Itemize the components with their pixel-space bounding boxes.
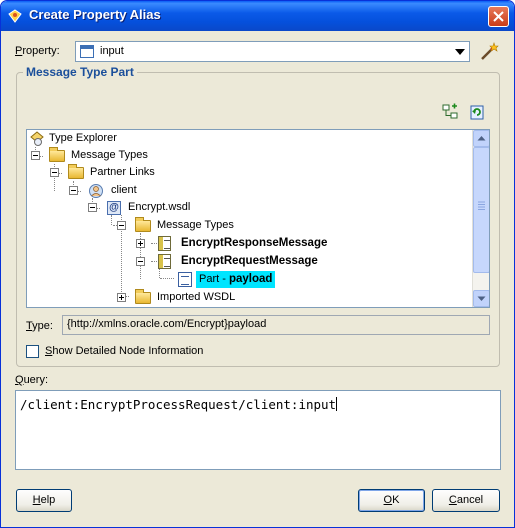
tree-vertical-scrollbar[interactable] bbox=[472, 130, 489, 307]
cancel-button[interactable]: Cancel bbox=[432, 489, 500, 512]
refresh-tree-icon[interactable] bbox=[468, 103, 486, 121]
collapse-icon[interactable] bbox=[136, 257, 145, 266]
tree-node-label: EncryptResponseMessage bbox=[181, 237, 328, 249]
selected-tree-node-label: Part - payload bbox=[196, 271, 276, 288]
query-text: /client:EncryptProcessRequest/client:inp… bbox=[20, 397, 337, 412]
tree-node-label: Message Types bbox=[71, 149, 148, 161]
show-detailed-node-info-label[interactable]: Show Detailed Node Information bbox=[45, 345, 203, 357]
close-button[interactable] bbox=[488, 6, 509, 27]
chevron-down-icon[interactable] bbox=[455, 49, 465, 55]
expand-tree-icon[interactable] bbox=[441, 103, 459, 121]
type-explorer-tree[interactable]: Type Explorer Message Types Partner Link… bbox=[26, 129, 490, 308]
ok-button[interactable]: OK bbox=[358, 489, 425, 512]
create-property-wand-icon[interactable] bbox=[478, 41, 500, 63]
part-icon bbox=[178, 272, 192, 287]
variable-icon bbox=[80, 45, 94, 58]
show-detailed-node-info-checkbox[interactable] bbox=[26, 345, 39, 358]
close-icon bbox=[493, 11, 504, 22]
scroll-thumb[interactable] bbox=[473, 147, 489, 273]
folder-icon bbox=[49, 147, 65, 162]
collapse-icon[interactable] bbox=[50, 168, 59, 177]
type-label: Type: bbox=[26, 320, 53, 332]
tree-node-label: client bbox=[111, 184, 137, 196]
title-bar[interactable]: Create Property Alias bbox=[1, 1, 514, 31]
tree-node-label: Encrypt.wsdl bbox=[128, 201, 191, 213]
folder-icon bbox=[135, 217, 151, 232]
folder-icon bbox=[68, 164, 84, 179]
tree-node-label: EncryptRequestMessage bbox=[181, 255, 318, 267]
expand-icon[interactable] bbox=[117, 293, 126, 302]
collapse-icon[interactable] bbox=[117, 221, 126, 230]
folder-icon bbox=[135, 289, 151, 304]
chevron-down-icon bbox=[477, 296, 486, 301]
property-combobox[interactable]: input bbox=[75, 41, 470, 62]
partner-link-icon bbox=[89, 184, 103, 198]
tree-node-label: Type Explorer bbox=[49, 132, 117, 144]
tree-node-label: Imported WSDL bbox=[157, 291, 236, 303]
create-property-alias-dialog: Create Property Alias Property: input Me… bbox=[0, 0, 515, 528]
scroll-down-button[interactable] bbox=[473, 290, 489, 307]
wsdl-icon: @ bbox=[107, 201, 121, 215]
query-textarea[interactable]: /client:EncryptProcessRequest/client:inp… bbox=[15, 390, 501, 470]
type-field[interactable]: {http://xmlns.oracle.com/Encrypt}payload bbox=[62, 315, 490, 335]
property-label: Property: bbox=[15, 45, 60, 57]
chevron-up-icon bbox=[477, 136, 486, 141]
message-type-part-legend: Message Type Part bbox=[23, 65, 137, 79]
message-icon bbox=[158, 236, 171, 251]
scroll-up-button[interactable] bbox=[473, 130, 489, 147]
text-caret bbox=[336, 397, 338, 411]
collapse-icon[interactable] bbox=[31, 151, 40, 160]
collapse-icon[interactable] bbox=[69, 186, 78, 195]
window-title: Create Property Alias bbox=[29, 7, 161, 22]
message-icon bbox=[158, 254, 171, 269]
grip-icon bbox=[478, 201, 485, 210]
tree-content: Type Explorer Message Types Partner Link… bbox=[27, 130, 471, 307]
property-value: input bbox=[100, 45, 124, 57]
help-button[interactable]: Help bbox=[16, 489, 72, 512]
tree-node-label: Partner Links bbox=[90, 166, 155, 178]
expand-icon[interactable] bbox=[136, 239, 145, 248]
type-explorer-icon bbox=[30, 131, 44, 146]
query-label: Query: bbox=[15, 374, 49, 386]
tree-node-label: Message Types bbox=[157, 219, 234, 231]
oracle-app-icon bbox=[8, 9, 22, 23]
collapse-icon[interactable] bbox=[88, 203, 97, 212]
